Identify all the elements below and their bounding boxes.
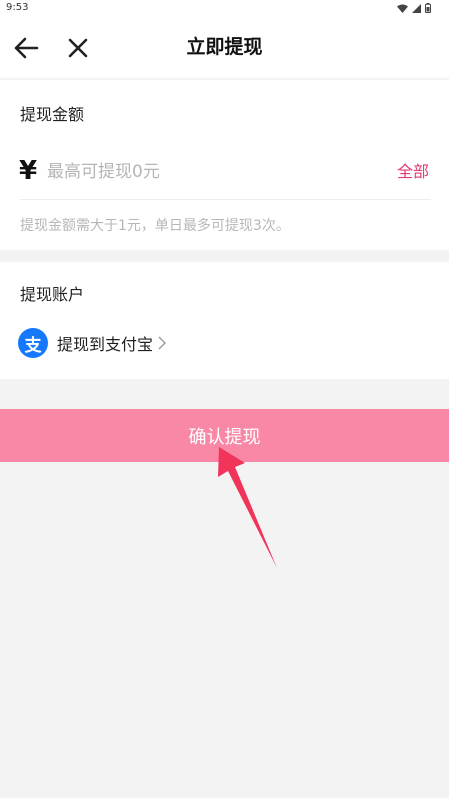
amount-section-label: 提现金额 [20, 105, 85, 124]
alipay-icon: 支 [18, 328, 48, 358]
chevron-right-icon [158, 336, 167, 350]
account-card: 提现账户 支 提现到支付宝 [0, 262, 449, 379]
account-section-label: 提现账户 [20, 285, 85, 304]
alipay-icon-glyph: 支 [24, 335, 42, 356]
system-icons [397, 3, 431, 13]
top-nav-bar: 立即提现 [0, 18, 449, 78]
battery-icon [425, 3, 431, 13]
currency-symbol: ¥ [19, 156, 38, 186]
amount-hint: 提现金额需大于1元，单日最多可提现3次。 [20, 218, 290, 234]
amount-input[interactable] [47, 159, 377, 185]
signal-icon [412, 3, 421, 13]
amount-card: 提现金额 ¥ 全部 提现金额需大于1元，单日最多可提现3次。 [0, 80, 449, 250]
status-time: 9:53 [6, 2, 29, 13]
divider [20, 199, 431, 200]
withdraw-all-button[interactable]: 全部 [397, 158, 429, 182]
confirm-withdraw-button[interactable]: 确认提现 [0, 409, 449, 462]
wifi-icon [397, 4, 408, 13]
page-title: 立即提现 [186, 36, 263, 58]
alipay-account-option[interactable]: 支 提现到支付宝 [18, 328, 167, 358]
status-bar: 9:53 [0, 0, 449, 18]
alipay-option-label: 提现到支付宝 [57, 335, 154, 354]
